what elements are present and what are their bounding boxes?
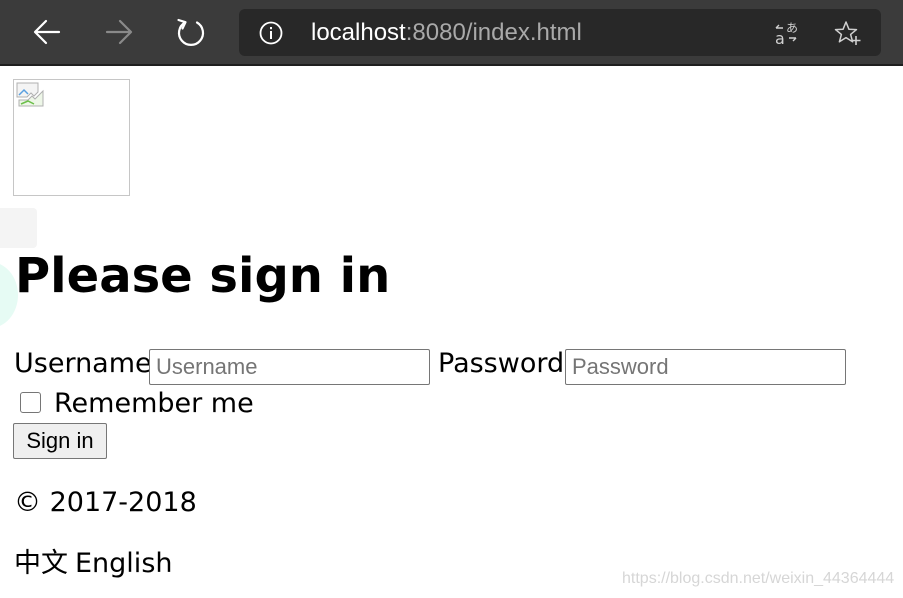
- page-title: Please sign in: [15, 248, 391, 304]
- language-link-chinese[interactable]: 中文: [14, 547, 68, 581]
- broken-image-icon: [16, 82, 44, 107]
- arrow-left-icon: [33, 19, 61, 45]
- info-icon[interactable]: [259, 21, 283, 45]
- svg-text:a: a: [775, 29, 785, 46]
- password-label: Password: [438, 348, 565, 379]
- address-bar[interactable]: localhost:8080/index.html a あ: [239, 9, 881, 56]
- password-input[interactable]: [565, 349, 846, 385]
- username-label: Username: [14, 348, 152, 379]
- browser-toolbar: localhost:8080/index.html a あ: [0, 0, 903, 66]
- refresh-icon: [177, 18, 205, 46]
- remember-me-label: Remember me: [54, 388, 254, 419]
- forward-button[interactable]: [99, 12, 139, 52]
- logo-image-broken: [13, 79, 130, 196]
- copyright-text: © 2017-2018: [14, 487, 197, 518]
- watermark-text: https://blog.csdn.net/weixin_44364444: [622, 570, 895, 587]
- translate-icon[interactable]: a あ: [774, 20, 802, 46]
- sign-in-button[interactable]: Sign in: [13, 423, 107, 459]
- url-path: :8080/index.html: [405, 19, 582, 46]
- arrow-right-icon: [105, 19, 133, 45]
- username-input[interactable]: [149, 349, 430, 385]
- star-add-icon[interactable]: [834, 20, 862, 46]
- svg-text:あ: あ: [786, 21, 798, 35]
- url-host: localhost: [311, 19, 406, 46]
- refresh-button[interactable]: [171, 12, 211, 52]
- remember-me-checkbox[interactable]: [20, 392, 41, 413]
- language-link-english[interactable]: English: [75, 547, 173, 581]
- back-button[interactable]: [27, 12, 67, 52]
- url-text[interactable]: localhost:8080/index.html: [311, 19, 582, 47]
